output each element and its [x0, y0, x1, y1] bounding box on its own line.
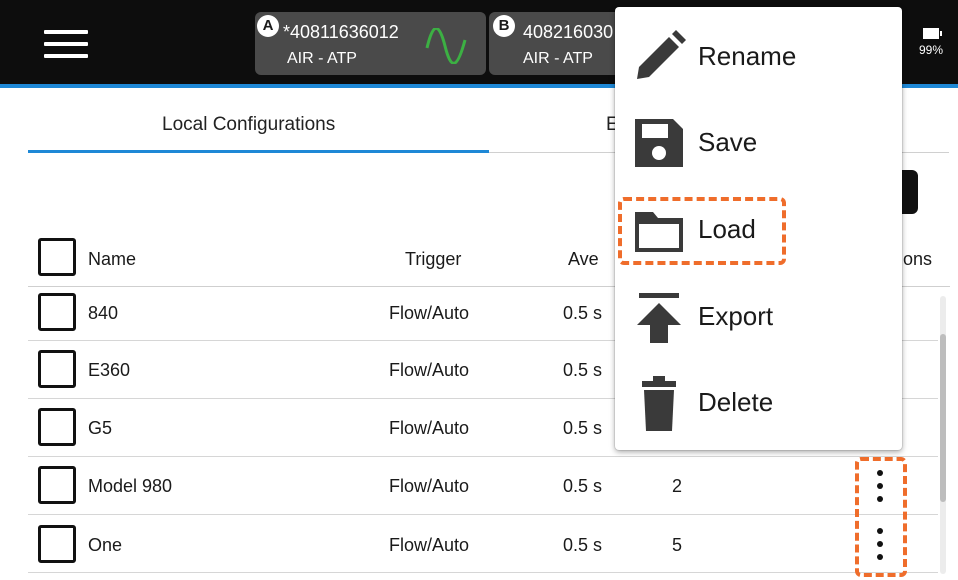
- row-name: G5: [88, 418, 113, 438]
- device-a-card[interactable]: A *40811636012 AIR - ATP: [255, 12, 486, 75]
- row-trigger: Flow/Auto: [389, 360, 470, 380]
- row-averaging: 0.5 s: [563, 303, 603, 323]
- row-count: 5: [672, 535, 683, 555]
- row-checkbox[interactable]: [38, 408, 76, 446]
- menu-label-save: Save: [698, 127, 758, 157]
- header-averaging[interactable]: Ave: [568, 249, 599, 270]
- menu-item-export[interactable]: Export: [615, 277, 902, 357]
- device-a-serial: *40811636012: [283, 22, 399, 42]
- row-trigger: Flow/Auto: [389, 303, 470, 323]
- device-a-gas: AIR - ATP: [287, 50, 357, 67]
- tab-local-configurations[interactable]: Local Configurations: [162, 114, 335, 136]
- battery-indicator: 99%: [916, 28, 946, 57]
- menu-label-delete: Delete: [698, 387, 774, 417]
- device-b-gas: AIR - ATP: [523, 50, 593, 67]
- battery-icon: [923, 28, 942, 39]
- row-averaging: 0.5 s: [563, 418, 603, 438]
- menu-label-export: Export: [698, 301, 774, 331]
- row-trigger: Flow/Auto: [389, 535, 470, 555]
- row-divider: [28, 572, 938, 573]
- select-all-checkbox[interactable]: [38, 238, 76, 276]
- row-name: E360: [88, 360, 131, 380]
- upload-icon: [637, 293, 681, 343]
- row-name: One: [88, 535, 123, 555]
- trash-icon: [642, 376, 676, 431]
- folder-icon: [635, 212, 683, 252]
- menu-item-save[interactable]: Save: [615, 103, 902, 183]
- hamburger-menu-icon[interactable]: [44, 28, 88, 60]
- row-checkbox[interactable]: [38, 350, 76, 388]
- row-averaging: 0.5 s: [563, 360, 603, 380]
- row-options-menu: Rename Save Load Export Delete: [615, 7, 902, 450]
- row-checkbox[interactable]: [38, 466, 76, 504]
- menu-item-delete[interactable]: Delete: [615, 363, 902, 443]
- row-name: 840: [88, 303, 119, 323]
- row-divider: [28, 514, 938, 515]
- device-b-serial: 408216030: [523, 22, 614, 42]
- scrollbar-thumb[interactable]: [940, 334, 946, 502]
- row-checkbox[interactable]: [38, 293, 76, 331]
- menu-label-load: Load: [698, 214, 756, 244]
- more-options-icon[interactable]: [868, 524, 892, 564]
- row-divider: [28, 456, 938, 457]
- pencil-icon: [637, 30, 686, 79]
- row-count: 2: [672, 476, 683, 496]
- waveform-icon: [425, 28, 467, 64]
- active-tab-indicator: [28, 150, 489, 153]
- menu-item-load[interactable]: Load: [615, 190, 902, 270]
- header-name[interactable]: Name: [88, 249, 136, 270]
- menu-item-rename[interactable]: Rename: [615, 17, 902, 97]
- device-b-card[interactable]: B 408216030 AIR - ATP: [489, 12, 629, 75]
- floppy-disk-icon: [635, 119, 683, 167]
- device-b-badge: B: [493, 15, 515, 37]
- row-checkbox[interactable]: [38, 525, 76, 563]
- device-a-badge: A: [257, 15, 279, 37]
- more-options-icon[interactable]: [868, 466, 892, 506]
- header-options: ons: [903, 249, 933, 269]
- menu-label-rename: Rename: [698, 41, 797, 71]
- row-trigger: Flow/Auto: [389, 418, 470, 438]
- row-trigger: Flow/Auto: [389, 476, 470, 496]
- row-averaging: 0.5 s: [563, 476, 603, 496]
- battery-percent: 99%: [918, 43, 944, 57]
- header-trigger[interactable]: Trigger: [405, 249, 461, 270]
- row-averaging: 0.5 s: [563, 535, 603, 555]
- row-name: Model 980: [88, 476, 173, 496]
